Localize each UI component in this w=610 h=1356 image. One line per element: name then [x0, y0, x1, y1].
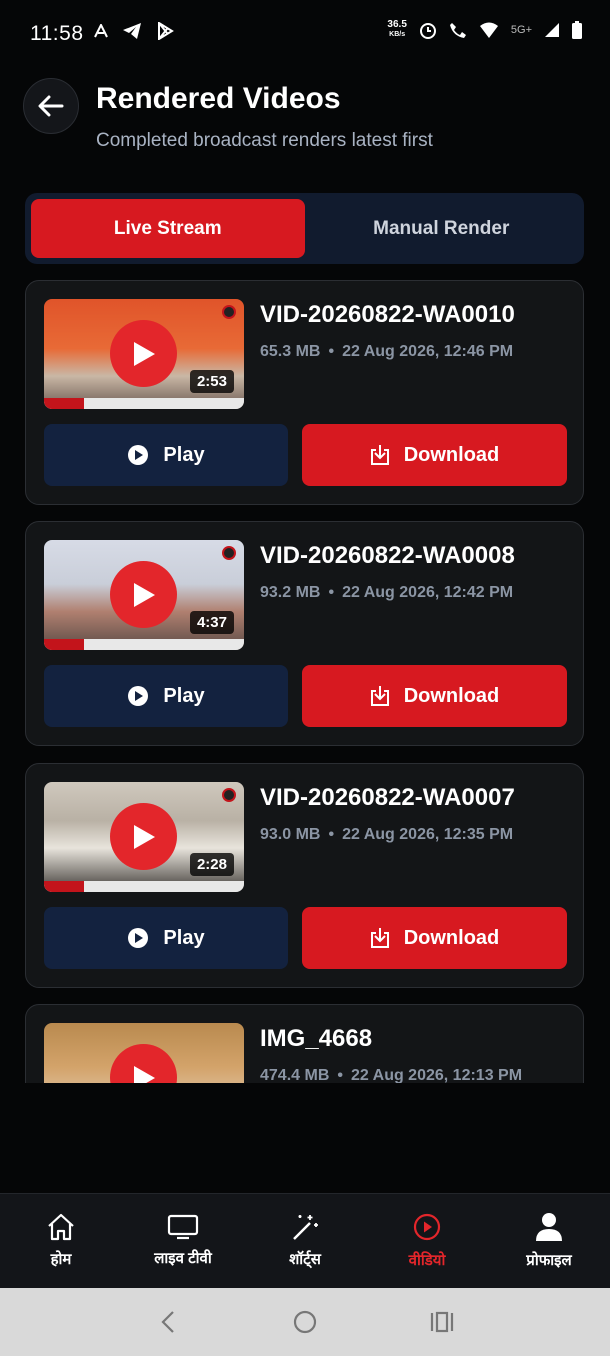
wifi-call-icon: [449, 23, 466, 38]
render-type-tabs: Live Stream Manual Render: [25, 193, 584, 264]
alarm-icon: [419, 23, 436, 39]
video-card: 4:37 VID-20260822-WA0008 93.2 MB • 22 Aug …: [25, 521, 584, 746]
video-thumbnail[interactable]: 2:53: [44, 299, 244, 409]
video-size: 93.0 MB: [260, 826, 321, 843]
status-bar: 11:58 36.5 KB/s 5G+: [0, 0, 610, 66]
video-date: 22 Aug 2026, 12:35 PM: [342, 826, 514, 843]
video-duration: 2:28: [189, 853, 234, 876]
video-card: 2:28 VID-20260822-WA0007 93.0 MB • 22 Aug …: [25, 763, 584, 988]
video-meta: 65.3 MB • 22 Aug 2026, 12:46 PM: [260, 343, 514, 360]
play-circle-icon: [128, 928, 149, 948]
arrow-left-icon: [38, 95, 64, 117]
video-title: VID-20260822-WA0008: [260, 542, 515, 569]
nav-item-videos[interactable]: वीडियो: [366, 1194, 488, 1288]
play-button[interactable]: Play: [44, 424, 288, 486]
video-size: 65.3 MB: [260, 343, 321, 360]
video-size: 93.2 MB: [260, 584, 321, 601]
play-circle-icon: [128, 445, 149, 465]
system-home-button[interactable]: [285, 1302, 325, 1342]
video-meta: 93.2 MB • 22 Aug 2026, 12:42 PM: [260, 584, 514, 601]
page-title: Rendered Videos: [96, 82, 341, 115]
video-title: VID-20260822-WA0010: [260, 301, 515, 328]
video-play-icon: [413, 1213, 441, 1241]
play-overlay-icon[interactable]: [110, 320, 177, 387]
telegram-icon: [123, 23, 141, 39]
wifi-icon: [479, 22, 498, 38]
notification-a-icon: [94, 24, 108, 38]
system-recents-button[interactable]: [422, 1302, 462, 1342]
download-button[interactable]: Download: [302, 424, 567, 486]
video-thumbnail[interactable]: 4:37: [44, 540, 244, 650]
page-subtitle: Completed broadcast renders latest first: [96, 130, 433, 151]
battery-icon: [572, 21, 582, 39]
back-button[interactable]: [23, 78, 79, 134]
video-list[interactable]: 2:53 VID-20260822-WA0010 65.3 MB • 22 Aug …: [25, 280, 584, 1083]
video-title: IMG_4668: [260, 1025, 373, 1052]
video-date: 22 Aug 2026, 12:46 PM: [342, 343, 514, 360]
play-overlay-icon[interactable]: [110, 803, 177, 870]
tv-icon: [167, 1214, 199, 1240]
net-speed: 36.5 KB/s: [387, 19, 407, 39]
download-icon: [370, 928, 389, 948]
download-button[interactable]: Download: [302, 665, 567, 727]
video-meta: 93.0 MB • 22 Aug 2026, 12:35 PM: [260, 826, 514, 843]
signal-icon: [545, 23, 559, 37]
recents-icon: [430, 1311, 453, 1333]
video-size: 474.4 MB: [260, 1067, 330, 1083]
video-date: 22 Aug 2026, 12:13 PM: [350, 1067, 523, 1083]
tab-live-stream[interactable]: Live Stream: [31, 199, 305, 258]
system-nav-bar: [0, 1288, 610, 1356]
circle-home-icon: [293, 1310, 317, 1334]
video-card: IMG_4668 474.4 MB • 22 Aug 2026, 12:13 PM: [25, 1004, 584, 1083]
video-date: 22 Aug 2026, 12:42 PM: [342, 584, 514, 601]
nav-item-profile[interactable]: प्रोफाइल: [488, 1194, 610, 1288]
bottom-nav: होम लाइव टीवी शॉर्ट्स वीडियो प्रोफाइल: [0, 1193, 610, 1288]
play-store-icon: [158, 22, 174, 40]
status-time: 11:58: [30, 22, 84, 45]
download-icon: [370, 686, 389, 706]
tab-manual-render[interactable]: Manual Render: [305, 199, 579, 258]
video-thumbnail[interactable]: 2:28: [44, 782, 244, 892]
magic-wand-icon: [293, 1215, 318, 1240]
download-icon: [370, 445, 389, 465]
system-back-button[interactable]: [148, 1302, 188, 1342]
video-duration: 2:53: [189, 370, 234, 393]
nav-item-live-tv[interactable]: लाइव टीवी: [122, 1194, 244, 1288]
play-circle-icon: [128, 686, 149, 706]
video-duration: 4:37: [189, 611, 234, 634]
network-type: 5G+: [510, 24, 532, 36]
chevron-left-icon: [161, 1311, 175, 1333]
channel-logo-icon: [222, 788, 236, 802]
nav-item-home[interactable]: होम: [0, 1194, 122, 1288]
video-card: 2:53 VID-20260822-WA0010 65.3 MB • 22 Aug …: [25, 280, 584, 505]
nav-item-shorts[interactable]: शॉर्ट्स: [244, 1194, 366, 1288]
video-meta: 474.4 MB • 22 Aug 2026, 12:13 PM: [260, 1067, 523, 1083]
play-button[interactable]: Play: [44, 907, 288, 969]
video-thumbnail[interactable]: [44, 1023, 244, 1083]
play-overlay-icon[interactable]: [110, 561, 177, 628]
channel-logo-icon: [222, 546, 236, 560]
video-title: VID-20260822-WA0007: [260, 784, 515, 811]
download-button[interactable]: Download: [302, 907, 567, 969]
play-button[interactable]: Play: [44, 665, 288, 727]
home-icon: [48, 1213, 74, 1241]
profile-icon: [536, 1213, 562, 1241]
channel-logo-icon: [222, 305, 236, 319]
